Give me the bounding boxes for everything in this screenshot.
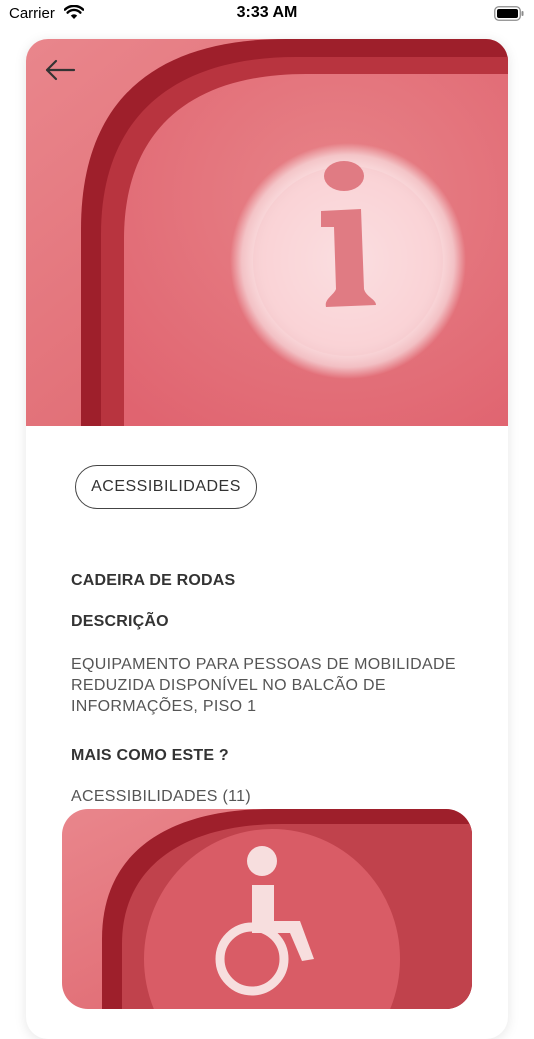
- description-text: EQUIPAMENTO PARA PESSOAS DE MOBILIDADE R…: [71, 656, 456, 715]
- info-icon: [26, 39, 508, 426]
- more-like-this-link[interactable]: ACESSIBILIDADES (11): [71, 788, 251, 806]
- more-like-this-heading: MAIS COMO ESTE ?: [71, 747, 229, 764]
- description-heading: DESCRIÇÃO: [71, 613, 169, 630]
- arrow-left-icon: [45, 59, 76, 81]
- status-bar: Carrier 3:33 AM: [0, 0, 534, 30]
- wheelchair-icon: [62, 809, 472, 1009]
- hero-image: [26, 39, 508, 426]
- category-chip[interactable]: ACESSIBILIDADES: [75, 465, 257, 509]
- related-item-card[interactable]: [62, 809, 472, 1009]
- item-title: CADEIRA DE RODAS: [71, 572, 236, 589]
- back-button[interactable]: [40, 53, 80, 87]
- battery-icon: [494, 6, 524, 21]
- clock-label: 3:33 AM: [236, 4, 298, 21]
